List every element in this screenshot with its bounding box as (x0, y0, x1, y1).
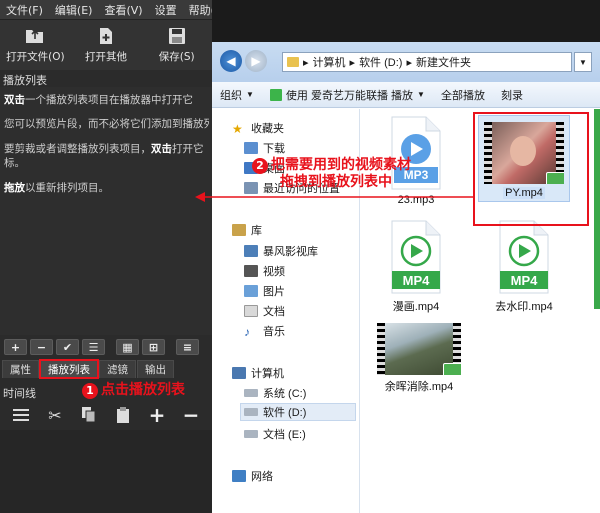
annotation-step-2: 2 把需要用到的视频素材 拖拽到播放列表中 (252, 157, 411, 191)
annotation-step-1: 1 点击播放列表 (82, 379, 185, 399)
drag-arrow (195, 192, 473, 202)
